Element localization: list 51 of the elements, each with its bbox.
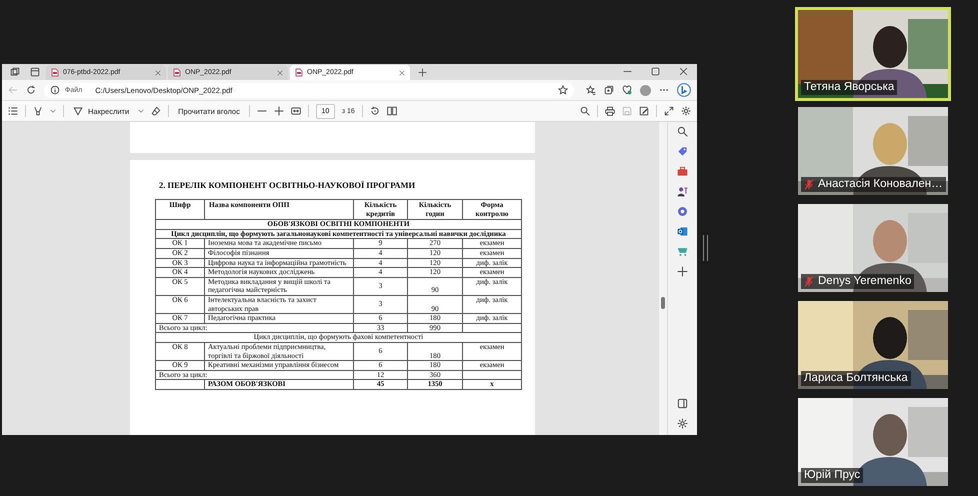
tag-icon[interactable] xyxy=(677,146,688,157)
save-as-icon[interactable] xyxy=(639,106,649,116)
close-icon[interactable] xyxy=(277,70,283,76)
caret-icon[interactable] xyxy=(138,108,144,114)
scrollbar-thumb[interactable] xyxy=(661,297,666,309)
close-icon[interactable] xyxy=(155,70,161,76)
workspaces-icon[interactable] xyxy=(10,67,20,77)
participant-name: Анастасія Коновален… xyxy=(818,178,943,190)
pdf-file-icon xyxy=(295,68,303,77)
participant-name: Тетяна Яворська xyxy=(804,81,894,93)
zoom-in-icon[interactable] xyxy=(274,106,284,116)
pdf-file-icon xyxy=(51,68,59,77)
cart-icon[interactable] xyxy=(677,246,688,257)
profile-avatar[interactable] xyxy=(640,84,651,96)
toolbox-icon[interactable] xyxy=(677,166,688,177)
rotate-icon[interactable] xyxy=(370,106,380,116)
highlighter-icon[interactable] xyxy=(33,106,43,116)
participant-name: Лариса Болтянська xyxy=(804,372,908,384)
heart-icon[interactable] xyxy=(622,85,632,95)
participant-name: Denys Yeremenko xyxy=(818,275,912,287)
close-icon[interactable] xyxy=(679,67,688,76)
circle-icon[interactable] xyxy=(677,206,688,217)
refresh-icon[interactable] xyxy=(26,85,36,95)
fullscreen-icon[interactable] xyxy=(664,106,674,116)
search-icon[interactable] xyxy=(580,106,590,116)
star-icon[interactable] xyxy=(558,85,568,95)
info-icon[interactable] xyxy=(50,85,60,95)
pdf-file-icon xyxy=(173,68,181,77)
mail-icon[interactable] xyxy=(677,226,688,237)
participant-name: Юрій Прус xyxy=(804,469,860,481)
tab-actions-icon[interactable] xyxy=(30,67,40,77)
document-heading: 2. ПЕРЕЛІК КОМПОНЕНТ ОСВІТНЬО-НАУКОВОЇ ПРОГРАМИ xyxy=(159,180,416,190)
eraser-icon[interactable] xyxy=(151,106,162,116)
search-icon[interactable] xyxy=(677,126,688,137)
favorites-icon[interactable] xyxy=(586,85,596,95)
two-page-icon[interactable] xyxy=(386,106,397,116)
collections-icon[interactable] xyxy=(604,85,614,95)
new-tab-icon[interactable] xyxy=(418,68,427,77)
settings-icon[interactable] xyxy=(677,418,688,429)
sidebar-panel-icon[interactable] xyxy=(677,398,688,409)
settings-icon[interactable] xyxy=(681,106,691,116)
fit-page-icon[interactable] xyxy=(290,106,301,116)
caret-icon[interactable] xyxy=(50,108,56,114)
bing-icon[interactable] xyxy=(677,83,691,97)
person-icon[interactable] xyxy=(677,186,688,197)
print-icon[interactable] xyxy=(605,106,615,116)
add-icon[interactable] xyxy=(677,266,688,277)
maximize-icon[interactable] xyxy=(651,67,660,76)
close-icon[interactable] xyxy=(399,70,405,76)
contents-icon[interactable] xyxy=(8,106,18,116)
splitter-handle[interactable] xyxy=(703,235,708,261)
